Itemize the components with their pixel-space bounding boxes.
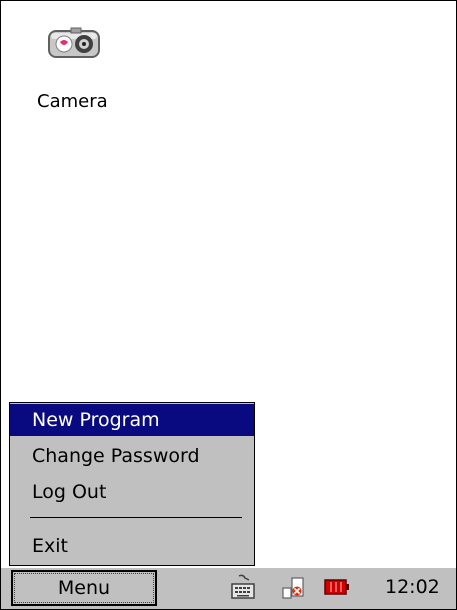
menu-item-log-out[interactable]: Log Out <box>10 476 254 508</box>
menu-separator <box>30 517 242 518</box>
menu-item-exit[interactable]: Exit <box>10 530 254 562</box>
menu-item-change-password[interactable]: Change Password <box>10 440 254 472</box>
popup-menu: New Program Change Password Log Out Exit <box>9 402 255 566</box>
camera-icon <box>47 23 107 63</box>
menu-button[interactable]: Menu <box>11 570 157 606</box>
device-screen: Camera New Program Change Password Log O… <box>0 0 457 610</box>
battery-icon[interactable] <box>323 574 349 600</box>
menu-item-new-program[interactable]: New Program <box>10 404 254 436</box>
menu-button-label: Menu <box>14 573 154 603</box>
network-icon[interactable] <box>281 574 305 600</box>
taskbar: Menu 12:02 <box>1 567 456 609</box>
keyboard-icon[interactable] <box>231 574 255 600</box>
desktop-shortcut-label: Camera <box>37 91 108 112</box>
clock: 12:02 <box>385 576 440 598</box>
